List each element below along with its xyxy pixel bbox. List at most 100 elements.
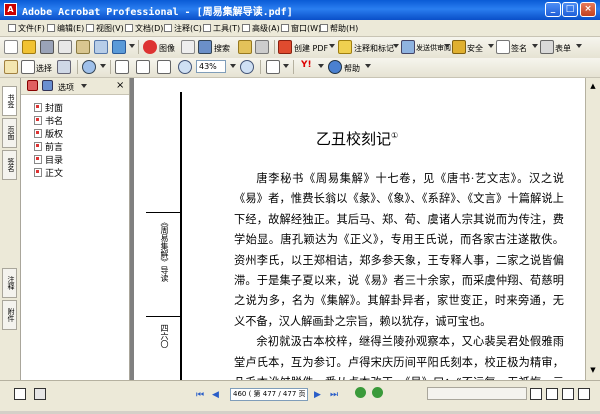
comment-markup-icon[interactable] — [338, 40, 352, 54]
fit-width-icon[interactable] — [157, 60, 171, 74]
chevron-down-icon[interactable] — [532, 44, 538, 48]
tab-signatures[interactable]: 签名 — [2, 150, 17, 180]
tab-attachments[interactable]: 附件 — [2, 300, 17, 330]
lock-icon[interactable] — [452, 40, 466, 54]
help-icon[interactable] — [328, 60, 342, 74]
menu-window[interactable]: 窗口(W) — [281, 22, 321, 34]
attach-icon[interactable] — [112, 40, 126, 54]
bookmark-item[interactable]: 前言 — [34, 141, 63, 153]
chevron-down-icon[interactable] — [100, 64, 106, 68]
organizer-icon[interactable] — [94, 40, 108, 54]
send-review-icon[interactable] — [401, 40, 415, 54]
camera-icon[interactable] — [181, 40, 195, 54]
secure-button[interactable]: 安全 — [467, 43, 483, 54]
search-button-label[interactable]: 搜索 — [214, 43, 230, 54]
forms-button[interactable]: 表单 — [555, 43, 571, 54]
chevron-down-icon[interactable] — [129, 44, 135, 48]
chevron-down-icon[interactable] — [81, 84, 87, 88]
minimize-button[interactable]: _ — [545, 2, 561, 17]
next-page-icon[interactable]: ▶ — [314, 390, 326, 400]
previous-view-icon[interactable] — [355, 387, 366, 398]
layout-icon[interactable] — [34, 388, 46, 400]
chevron-down-icon[interactable] — [576, 44, 582, 48]
create-pdf-icon[interactable] — [278, 40, 292, 54]
menu-file[interactable]: 文件(F) — [8, 22, 45, 34]
chevron-down-icon[interactable] — [488, 44, 494, 48]
chevron-down-icon[interactable] — [365, 64, 371, 68]
zoom-out-icon[interactable] — [178, 60, 192, 74]
tab-pages[interactable]: 页面 — [2, 118, 17, 148]
page-number-input[interactable]: 460 ( 第 477 / 477 页 ) — [230, 388, 308, 401]
zoom-in-icon[interactable] — [82, 60, 96, 74]
menu-advanced[interactable]: 高级(A) — [242, 22, 280, 34]
first-page-icon[interactable]: ⏮ — [196, 390, 208, 400]
new-document-icon[interactable] — [4, 40, 18, 54]
page-layout-icon[interactable] — [266, 60, 280, 74]
bookmark-icon — [34, 103, 42, 112]
bookmark-item[interactable]: 正文 — [34, 167, 63, 179]
delete-bookmark-icon[interactable] — [42, 80, 53, 91]
scroll-up-icon[interactable]: ▲ — [587, 82, 599, 93]
menu-tools[interactable]: 工具(T) — [203, 22, 240, 34]
open-folder-icon[interactable] — [22, 40, 36, 54]
expand-bookmarks-icon[interactable] — [27, 80, 38, 91]
actual-size-icon[interactable] — [115, 60, 129, 74]
hand-icon[interactable] — [238, 40, 252, 54]
single-page-icon[interactable] — [530, 388, 542, 400]
scroll-down-icon[interactable]: ▼ — [587, 366, 599, 377]
search-icon[interactable] — [198, 40, 212, 54]
close-button[interactable]: × — [580, 2, 596, 17]
continuous-facing-icon[interactable] — [578, 388, 590, 400]
menu-edit[interactable]: 编辑(E) — [47, 22, 84, 34]
maximize-button[interactable]: □ — [562, 2, 578, 17]
help-button[interactable]: 帮助 — [344, 63, 360, 74]
tab-comments[interactable]: 注释 — [2, 268, 17, 298]
menu-view[interactable]: 视图(V) — [86, 22, 124, 34]
image-icon[interactable] — [143, 40, 157, 54]
next-view-icon[interactable] — [372, 387, 383, 398]
hand-tool-icon[interactable] — [4, 60, 18, 74]
vertical-scrollbar[interactable]: ▲ ▼ — [585, 78, 600, 380]
create-pdf-button[interactable]: 创建 PDF — [294, 43, 328, 54]
sign-icon[interactable] — [496, 40, 510, 54]
bookmark-item[interactable]: 版权 — [34, 128, 63, 140]
print-icon[interactable] — [58, 40, 72, 54]
continuous-page-icon[interactable] — [546, 388, 558, 400]
previous-page-icon[interactable]: ◀ — [212, 390, 224, 400]
magnifier-icon[interactable] — [255, 40, 269, 54]
snapshot-icon[interactable] — [57, 60, 71, 74]
select-text-icon[interactable] — [21, 60, 35, 74]
document-icon — [125, 24, 133, 32]
tab-bookmarks[interactable]: 书签 — [2, 86, 17, 116]
bookmark-item[interactable]: 封面 — [34, 102, 63, 114]
bookmark-options-button[interactable]: 选项 — [58, 82, 74, 93]
zoom-in-small-icon[interactable] — [240, 60, 254, 74]
acrobat-icon[interactable]: A — [4, 3, 17, 16]
bookmark-item[interactable]: 目录 — [34, 154, 63, 166]
last-page-icon[interactable]: ⏭ — [330, 390, 342, 400]
select-tool-label[interactable]: 选择 — [36, 63, 52, 74]
document-viewport[interactable]: 《周易集解》导读 四六〇 乙丑校刻记① 唐李秘书《周易集解》十七卷，见《唐书·艺… — [130, 78, 585, 409]
sign-button[interactable]: 签名 — [511, 43, 527, 54]
fit-page-icon[interactable] — [136, 60, 150, 74]
zoom-input[interactable]: 43% — [196, 60, 226, 73]
chevron-down-icon[interactable] — [283, 64, 289, 68]
menu-help[interactable]: 帮助(H) — [320, 22, 358, 34]
chevron-down-icon[interactable] — [393, 44, 399, 48]
yahoo-icon[interactable]: Y! — [301, 60, 317, 74]
chevron-down-icon[interactable] — [318, 64, 324, 68]
chevron-down-icon[interactable] — [329, 44, 335, 48]
email-icon[interactable] — [76, 40, 90, 54]
comment-markup-button[interactable]: 注释和标记 — [354, 43, 394, 54]
menu-document[interactable]: 文档(D) — [125, 22, 163, 34]
facing-page-icon[interactable] — [562, 388, 574, 400]
forms-icon[interactable] — [540, 40, 554, 54]
save-icon[interactable] — [40, 40, 54, 54]
image-button-label[interactable]: 图像 — [159, 43, 175, 54]
menu-comments[interactable]: 注释(C) — [164, 22, 202, 34]
bookmark-item[interactable]: 书名 — [34, 115, 63, 127]
chevron-down-icon[interactable] — [230, 64, 236, 68]
horizontal-scrollbar[interactable] — [427, 387, 527, 400]
chevron-down-icon[interactable] — [444, 44, 450, 48]
close-panel-icon[interactable]: × — [116, 80, 124, 91]
